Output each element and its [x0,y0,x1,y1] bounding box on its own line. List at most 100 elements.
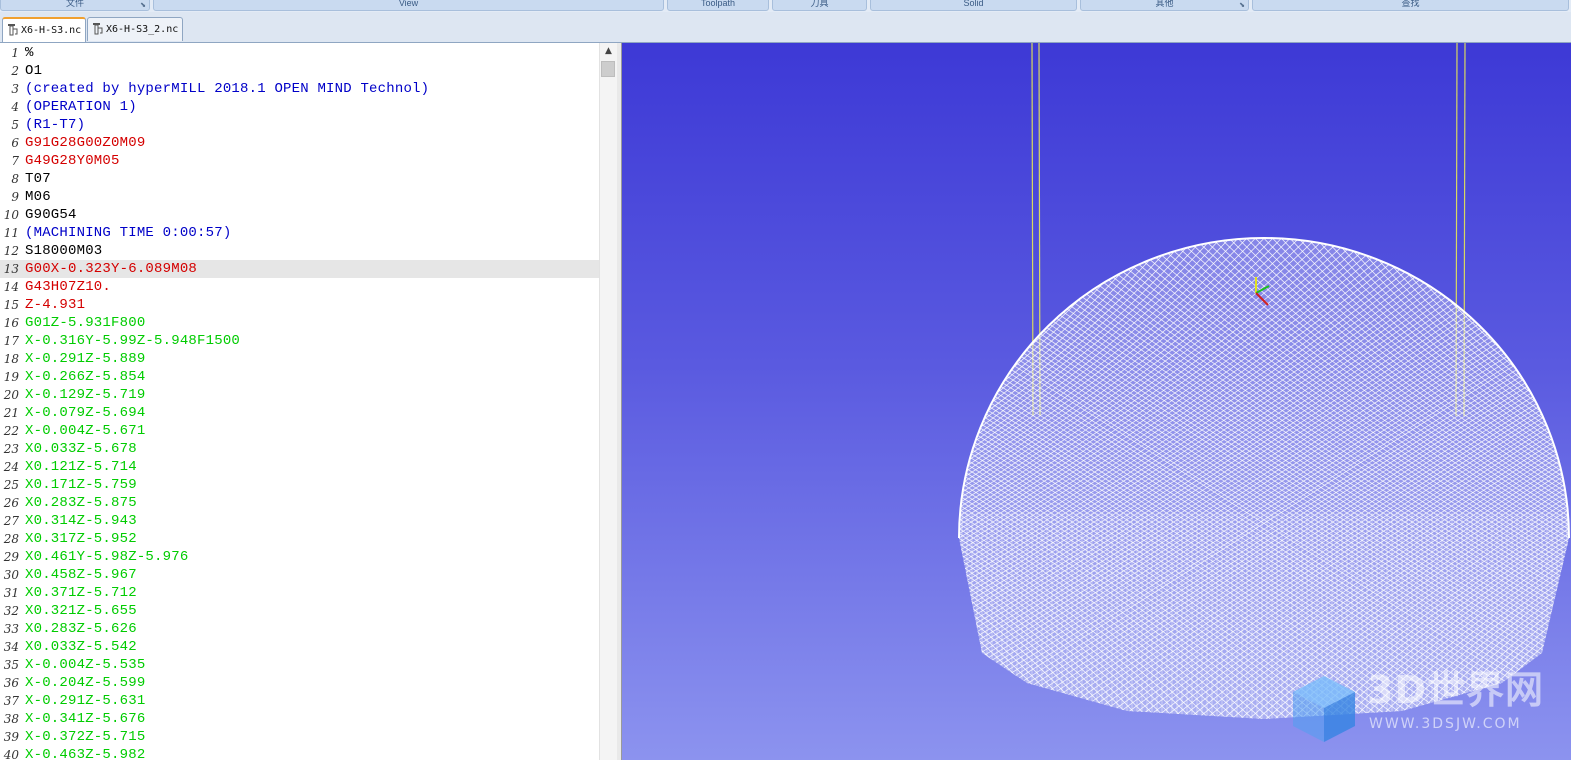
code-line[interactable]: 18 X-0.291Z-5.889 [0,350,599,368]
line-number: 29 [3,550,19,564]
code-line[interactable]: 22 X-0.004Z-5.671 [0,422,599,440]
code-line[interactable]: 15 Z-4.931 [0,296,599,314]
line-number: 1 [11,46,19,60]
line-number: 20 [3,388,19,402]
code-line[interactable]: 2 O1 [0,62,599,80]
ribbon-group-other-label: 其他 [1155,0,1174,8]
code-text: X-0.129Z-5.719 [25,387,146,403]
line-number: 22 [3,424,19,438]
code-line[interactable]: 31 X0.371Z-5.712 [0,584,599,602]
ribbon-group-view[interactable]: View [153,0,664,11]
code-text: X-0.291Z-5.631 [25,693,146,709]
code-line[interactable]: 28 X0.317Z-5.952 [0,530,599,548]
code-line[interactable]: 11 (MACHINING TIME 0:00:57) [0,224,599,242]
code-text: X-0.341Z-5.676 [25,711,146,727]
nc-file-icon [8,24,18,36]
code-text: G90G54 [25,207,77,223]
ribbon-group-other[interactable]: 其他 ⬊ [1080,0,1249,11]
code-text: X0.283Z-5.875 [25,495,137,511]
line-number: 2 [11,64,19,78]
code-line[interactable]: 3 (created by hyperMILL 2018.1 OPEN MIND … [0,80,599,98]
code-line[interactable]: 8 T07 [0,170,599,188]
toolpath-3d-viewport[interactable] [622,43,1571,760]
code-line[interactable]: 30 X0.458Z-5.967 [0,566,599,584]
line-number: 14 [3,280,19,294]
code-line[interactable]: 12 S18000M03 [0,242,599,260]
ribbon-group-toolpath-label: Toolpath [700,0,736,8]
watermark-brand: 3D世界网 [1367,668,1544,712]
dialog-launcher-icon[interactable]: ⬊ [140,0,146,12]
scroll-up-arrow-icon[interactable]: ▲ [600,43,617,60]
tab-file-1[interactable]: X6-H-S3.nc [2,17,86,42]
code-text: X0.033Z-5.542 [25,639,137,655]
ribbon-group-view-label: View [398,0,419,8]
code-text: O1 [25,63,43,79]
code-line[interactable]: 32 X0.321Z-5.655 [0,602,599,620]
code-text: % [25,45,34,61]
code-text: Z-4.931 [25,297,86,313]
code-line[interactable]: 16 G01Z-5.931F800 [0,314,599,332]
ribbon-group-file[interactable]: 文件 ⬊ [0,0,150,11]
tab-file-1-label: X6-H-S3.nc [21,25,82,36]
nc-file-icon [93,23,103,35]
ribbon-group-tool[interactable]: 刀具 [772,0,867,11]
cube-logo-icon [1293,676,1355,742]
dialog-launcher-icon[interactable]: ⬊ [1239,0,1245,12]
line-number: 35 [3,658,19,672]
line-number: 11 [3,226,19,240]
code-text: S18000M03 [25,243,103,259]
code-line[interactable]: 20 X-0.129Z-5.719 [0,386,599,404]
line-number: 24 [3,460,19,474]
code-line[interactable]: 23 X0.033Z-5.678 [0,440,599,458]
code-line[interactable]: 14 G43H07Z10. [0,278,599,296]
code-line[interactable]: 13 G00X-0.323Y-6.089M08 [0,260,599,278]
code-line[interactable]: 33 X0.283Z-5.626 [0,620,599,638]
code-line[interactable]: 40 X-0.463Z-5.982 [0,746,599,760]
tab-file-2[interactable]: X6-H-S3_2.nc [87,17,183,41]
code-line[interactable]: 9 M06 [0,188,599,206]
code-line[interactable]: 36 X-0.204Z-5.599 [0,674,599,692]
code-text: G00X-0.323Y-6.089M08 [25,261,198,277]
code-line[interactable]: 39 X-0.372Z-5.715 [0,728,599,746]
line-number: 18 [3,352,19,366]
editor-vertical-scrollbar[interactable]: ▲ [599,43,617,760]
code-line[interactable]: 27 X0.314Z-5.943 [0,512,599,530]
ribbon-group-find[interactable]: 查找 [1252,0,1569,11]
code-line[interactable]: 7 G49G28Y0M05 [0,152,599,170]
scrollbar-thumb[interactable] [601,61,615,77]
code-line[interactable]: 19 X-0.266Z-5.854 [0,368,599,386]
code-line[interactable]: 35 X-0.004Z-5.535 [0,656,599,674]
code-line[interactable]: 4 (OPERATION 1) [0,98,599,116]
code-text: (R1-T7) [25,117,86,133]
code-line[interactable]: 25 X0.171Z-5.759 [0,476,599,494]
code-line[interactable]: 21 X-0.079Z-5.694 [0,404,599,422]
code-line[interactable]: 38 X-0.341Z-5.676 [0,710,599,728]
code-line[interactable]: 10 G90G54 [0,206,599,224]
line-number: 19 [3,370,19,384]
code-text: X0.458Z-5.967 [25,567,137,583]
code-line[interactable]: 17 X-0.316Y-5.99Z-5.948F1500 [0,332,599,350]
watermark-url: WWW.3DSJW.COM [1369,716,1522,732]
line-number: 8 [11,172,19,186]
line-number: 27 [3,514,19,528]
ribbon-group-strip: 文件 ⬊ View Toolpath 刀具 Solid 其他 ⬊ 查找 [0,0,1571,12]
nc-code-editor[interactable]: 1% 2 O1 3 (created by hyperMILL 2018.1 OPEN … [0,43,599,760]
ribbon-group-find-label: 查找 [1401,0,1420,8]
code-line[interactable]: 37 X-0.291Z-5.631 [0,692,599,710]
code-line[interactable]: 5 (R1-T7) [0,116,599,134]
code-line[interactable]: 29 X0.461Y-5.98Z-5.976 [0,548,599,566]
tab-file-2-label: X6-H-S3_2.nc [106,24,179,35]
code-line[interactable]: 1% [0,44,599,62]
ribbon-group-toolpath[interactable]: Toolpath [667,0,769,11]
line-number: 31 [3,586,19,600]
code-line[interactable]: 6 G91G28G00Z0M09 [0,134,599,152]
line-number: 5 [11,118,19,132]
ribbon-group-solid[interactable]: Solid [870,0,1077,11]
code-text: G01Z-5.931F800 [25,315,146,331]
code-line[interactable]: 34 X0.033Z-5.542 [0,638,599,656]
code-text: G49G28Y0M05 [25,153,120,169]
code-line[interactable]: 26 X0.283Z-5.875 [0,494,599,512]
code-line[interactable]: 24 X0.121Z-5.714 [0,458,599,476]
code-text: X-0.079Z-5.694 [25,405,146,421]
code-text: X0.371Z-5.712 [25,585,137,601]
